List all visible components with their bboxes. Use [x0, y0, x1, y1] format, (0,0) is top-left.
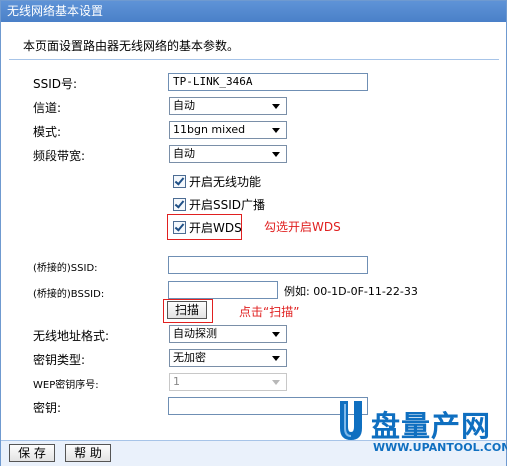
key-type-label: 密钥类型: [33, 353, 86, 367]
watermark-brand: 盘量产网 [371, 409, 492, 443]
bridge-ssid-input[interactable] [168, 256, 368, 274]
bandwidth-select-value: 自动 [173, 147, 195, 160]
divider [9, 59, 499, 60]
page-description: 本页面设置路由器无线网络的基本参数。 [23, 39, 240, 53]
enable-wds-label: 开启WDS [189, 221, 242, 235]
chevron-down-icon [272, 380, 280, 385]
channel-select-value: 自动 [173, 99, 195, 112]
chevron-down-icon [272, 356, 280, 361]
enable-wireless-label: 开启无线功能 [189, 175, 262, 189]
chevron-down-icon [272, 152, 280, 157]
mode-select-value: 11bgn mixed [173, 123, 246, 136]
bridge-bssid-input[interactable] [168, 281, 278, 299]
enable-ssid-broadcast-label: 开启SSID广播 [189, 198, 266, 212]
chevron-down-icon [272, 332, 280, 337]
address-format-label: 无线地址格式: [33, 329, 110, 343]
wep-index-value: 1 [173, 375, 180, 388]
wep-index-select[interactable]: 1 [169, 373, 287, 391]
mode-select[interactable]: 11bgn mixed [169, 121, 287, 139]
key-type-select[interactable]: 无加密 [169, 349, 287, 367]
watermark-logo: 盘量产网 WWW.UPANTOOL.COM [337, 399, 507, 463]
channel-label: 信道: [33, 101, 62, 115]
wds-annotation: 勾选开启WDS [264, 220, 341, 234]
checkbox-checked-icon [173, 175, 186, 188]
watermark-url: WWW.UPANTOOL.COM [373, 441, 507, 454]
window-title: 无线网络基本设置 [1, 1, 506, 22]
help-button[interactable]: 帮 助 [65, 444, 111, 462]
key-type-value: 无加密 [173, 351, 206, 364]
bridge-bssid-label: (桥接的)BSSID: [33, 289, 105, 300]
save-button[interactable]: 保 存 [9, 444, 55, 462]
settings-panel: 无线网络基本设置 本页面设置路由器无线网络的基本参数。 SSID号: TP-LI… [0, 0, 507, 466]
address-format-select[interactable]: 自动探测 [169, 325, 287, 343]
u-disk-logo-icon [340, 401, 362, 440]
scan-button[interactable]: 扫描 [167, 301, 207, 319]
enable-ssid-broadcast-checkbox[interactable]: 开启SSID广播 [173, 196, 265, 213]
address-format-value: 自动探测 [173, 327, 217, 340]
checkbox-checked-icon [173, 198, 186, 211]
ssid-input[interactable]: TP-LINK_346A [168, 73, 368, 91]
key-label: 密钥: [33, 401, 62, 415]
chevron-down-icon [272, 104, 280, 109]
bandwidth-select[interactable]: 自动 [169, 145, 287, 163]
bssid-example: 例如: 00-1D-0F-11-22-33 [284, 285, 418, 298]
checkbox-checked-icon [173, 221, 186, 234]
bridge-ssid-label: (桥接的)SSID: [33, 263, 98, 274]
channel-select[interactable]: 自动 [169, 97, 287, 115]
ssid-label: SSID号: [33, 77, 78, 91]
enable-wds-checkbox[interactable]: 开启WDS [173, 219, 242, 236]
enable-wireless-checkbox[interactable]: 开启无线功能 [173, 173, 261, 190]
mode-label: 模式: [33, 125, 62, 139]
bandwidth-label: 频段带宽: [33, 149, 86, 163]
wep-index-label: WEP密钥序号: [33, 380, 99, 391]
scan-annotation: 点击“扫描” [239, 305, 300, 319]
chevron-down-icon [272, 128, 280, 133]
